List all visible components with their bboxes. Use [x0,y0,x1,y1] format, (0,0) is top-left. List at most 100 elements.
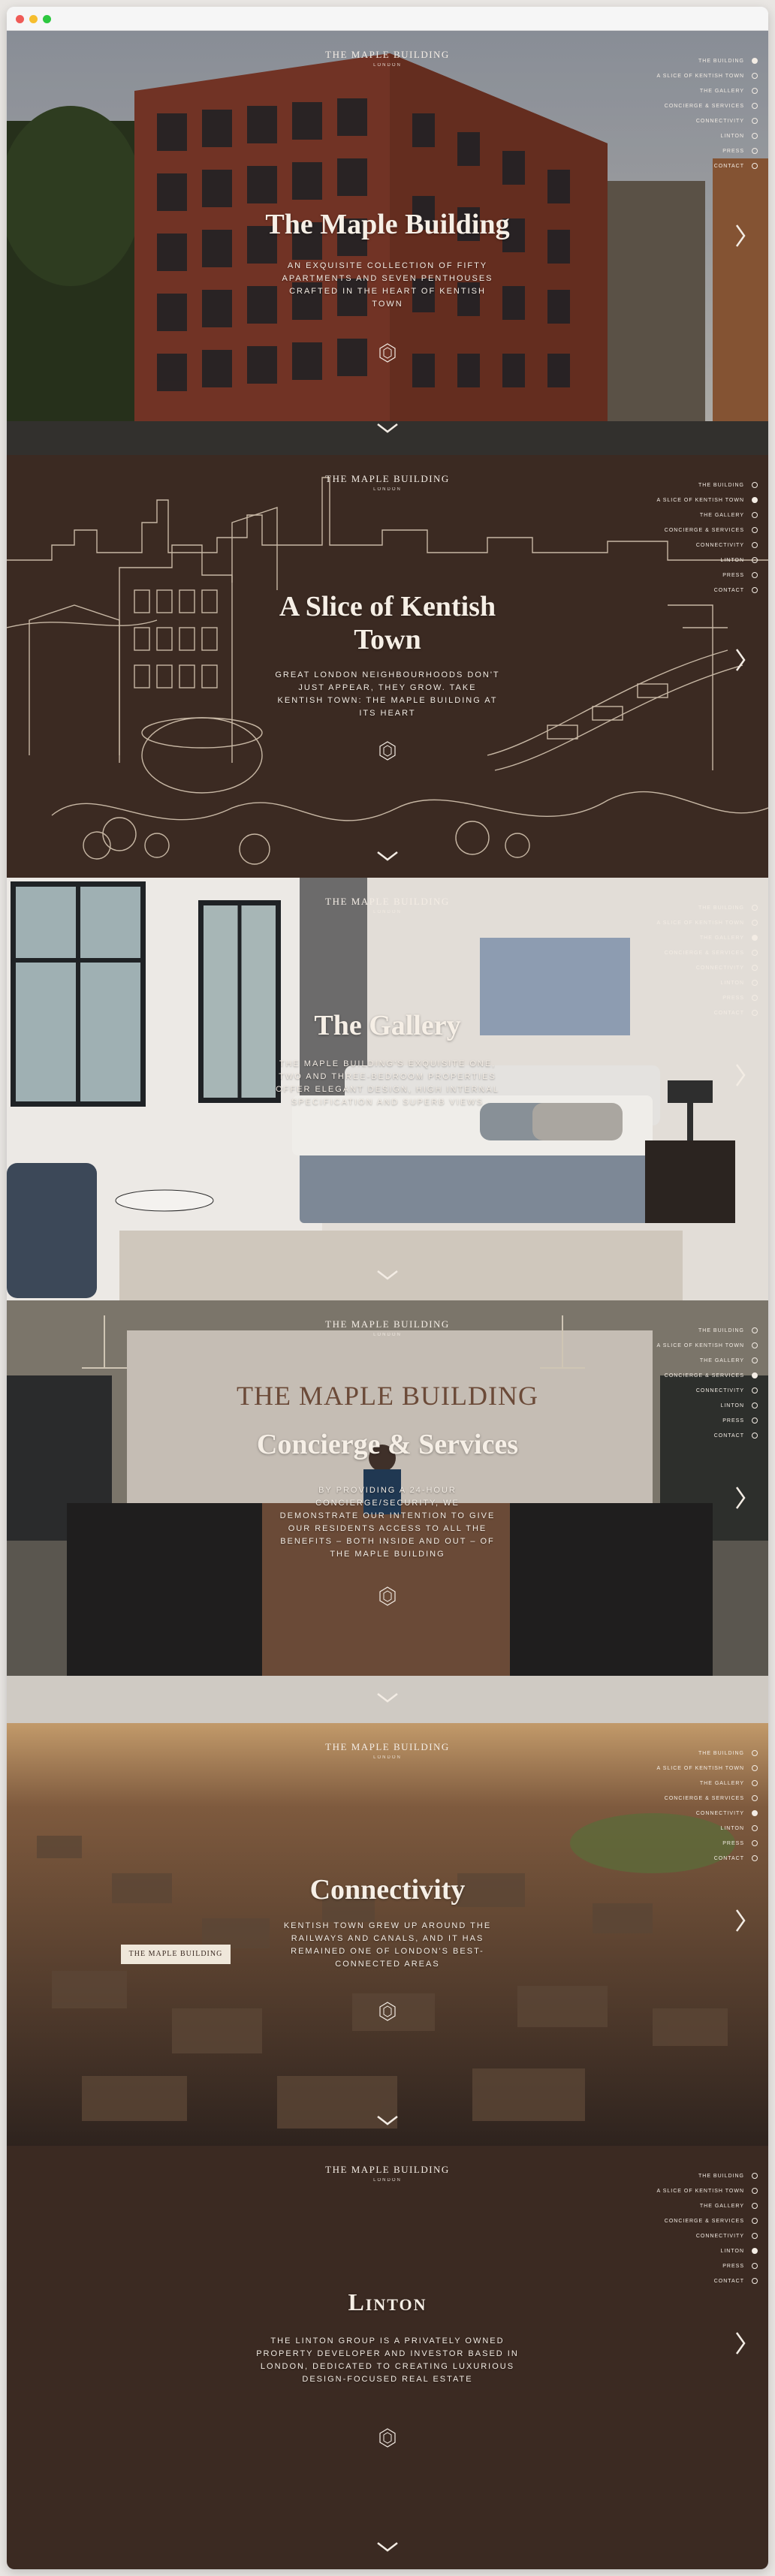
nav-dot-icon [752,1387,758,1393]
nav-dot-icon [752,905,758,911]
next-arrow-icon[interactable] [732,1484,749,1511]
nav-item[interactable]: THE GALLERY [623,930,758,945]
nav-item-label: THE GALLERY [699,512,744,518]
nav-item[interactable]: PRESS [623,143,758,158]
nav-item-label: CONCIERGE & SERVICES [664,103,744,109]
nav-item[interactable]: CONNECTIVITY [623,2228,758,2243]
nav-dot-icon [752,512,758,518]
section-concierge: THE MAPLE BUILDING THE MAPLE BUILDING LON… [7,1300,768,1723]
section-nav: THE BUILDING A SLICE OF KENTISH TOWN THE G… [623,2168,758,2288]
nav-item-label: CONCIERGE & SERVICES [664,2218,744,2224]
nav-item[interactable]: THE GALLERY [623,508,758,523]
nav-item-label: LINTON [720,980,744,986]
next-arrow-icon[interactable] [732,1062,749,1089]
nav-item[interactable]: CONNECTIVITY [623,113,758,128]
nav-item[interactable]: A SLICE OF KENTISH TOWN [623,915,758,930]
nav-item[interactable]: PRESS [623,1836,758,1851]
close-window-button[interactable] [16,15,24,23]
nav-item[interactable]: CONCIERGE & SERVICES [623,2213,758,2228]
nav-dot-icon [752,1327,758,1333]
nav-item-label: CONNECTIVITY [695,2233,744,2239]
next-arrow-icon[interactable] [732,2330,749,2357]
section-description: BY PROVIDING A 24-HOUR CONCIERGE/SECURIT… [279,1486,496,1559]
nav-dot-icon [752,1855,758,1861]
nav-item-label: A SLICE OF KENTISH TOWN [656,920,744,926]
nav-item[interactable]: CONTACT [623,1851,758,1866]
next-arrow-icon[interactable] [732,1907,749,1934]
section-description: THE MAPLE BUILDING'S EXQUISITE ONE, TWO … [276,1059,499,1107]
nav-item[interactable]: A SLICE OF KENTISH TOWN [623,68,758,83]
nav-dot-icon [752,1750,758,1756]
scroll-down-icon[interactable] [375,2540,400,2553]
nav-item[interactable]: LINTON [623,128,758,143]
nav-item[interactable]: THE GALLERY [623,2198,758,2213]
nav-dot-icon [752,965,758,971]
nav-dot-icon [752,1810,758,1816]
nav-item[interactable]: A SLICE OF KENTISH TOWN [623,2183,758,2198]
nav-item[interactable]: LINTON [623,1821,758,1836]
nav-item-label: CONNECTIVITY [695,1387,744,1393]
nav-item-label: PRESS [722,1840,744,1846]
scroll-down-icon[interactable] [375,1691,400,1704]
nav-item[interactable]: PRESS [623,1413,758,1428]
nav-item-label: CONTACT [713,2278,744,2284]
nav-item[interactable]: A SLICE OF KENTISH TOWN [623,1338,758,1353]
nav-item[interactable]: THE BUILDING [623,900,758,915]
nav-item[interactable]: THE BUILDING [623,1746,758,1761]
nav-item[interactable]: A SLICE OF KENTISH TOWN [623,1761,758,1776]
nav-item[interactable]: THE BUILDING [623,478,758,493]
nav-item[interactable]: THE BUILDING [623,2168,758,2183]
nav-item[interactable]: THE GALLERY [623,1353,758,1368]
nav-item-label: CONNECTIVITY [695,542,744,548]
map-location-label[interactable]: THE MAPLE BUILDING [121,1945,231,1964]
section-kentish-town: THE MAPLE BUILDING LONDON THE BUILDING A S… [7,455,768,878]
nav-item-label: A SLICE OF KENTISH TOWN [656,1765,744,1771]
maple-emblem-icon [379,2428,396,2448]
nav-item[interactable]: CONNECTIVITY [623,538,758,553]
nav-item[interactable]: CONCIERGE & SERVICES [623,98,758,113]
scroll-down-icon[interactable] [375,849,400,863]
nav-item[interactable]: CONTACT [623,158,758,173]
nav-item[interactable]: CONCIERGE & SERVICES [623,945,758,960]
nav-item[interactable]: CONNECTIVITY [623,960,758,975]
nav-item[interactable]: THE BUILDING [623,53,758,68]
nav-item[interactable]: THE GALLERY [623,83,758,98]
scroll-down-icon[interactable] [375,2114,400,2127]
nav-item[interactable]: LINTON [623,2243,758,2258]
nav-dot-icon [752,497,758,503]
nav-dot-icon [752,557,758,563]
nav-dot-icon [752,2218,758,2224]
nav-dot-icon [752,1795,758,1801]
nav-item[interactable]: PRESS [623,2258,758,2273]
nav-item[interactable]: CONNECTIVITY [623,1806,758,1821]
nav-dot-icon [752,935,758,941]
nav-item[interactable]: LINTON [623,553,758,568]
scroll-down-icon[interactable] [375,1268,400,1282]
nav-item[interactable]: THE GALLERY [623,1776,758,1791]
section-description: KENTISH TOWN GREW UP AROUND THE RAILWAYS… [283,1921,492,1969]
nav-item[interactable]: CONTACT [623,583,758,598]
nav-item[interactable]: THE BUILDING [623,1323,758,1338]
nav-item[interactable]: PRESS [623,568,758,583]
nav-dot-icon [752,2203,758,2209]
nav-dot-icon [752,133,758,139]
nav-item-label: PRESS [722,995,744,1001]
nav-item-label: THE GALLERY [699,1357,744,1363]
nav-dot-icon [752,1418,758,1424]
maximize-window-button[interactable] [43,15,51,23]
nav-dot-icon [752,1372,758,1378]
nav-item[interactable]: CONCIERGE & SERVICES [623,1791,758,1806]
nav-item-label: THE GALLERY [699,935,744,941]
nav-item[interactable]: CONNECTIVITY [623,1383,758,1398]
nav-item-label: CONCIERGE & SERVICES [664,1795,744,1801]
nav-item[interactable]: LINTON [623,1398,758,1413]
minimize-window-button[interactable] [29,15,38,23]
nav-item[interactable]: CONCIERGE & SERVICES [623,1368,758,1383]
next-arrow-icon[interactable] [732,646,749,673]
nav-item[interactable]: CONCIERGE & SERVICES [623,523,758,538]
nav-item[interactable]: PRESS [623,990,758,1005]
nav-item[interactable]: A SLICE OF KENTISH TOWN [623,493,758,508]
nav-item[interactable]: LINTON [623,975,758,990]
next-arrow-icon[interactable] [732,222,749,249]
scroll-down-icon[interactable] [375,421,400,435]
